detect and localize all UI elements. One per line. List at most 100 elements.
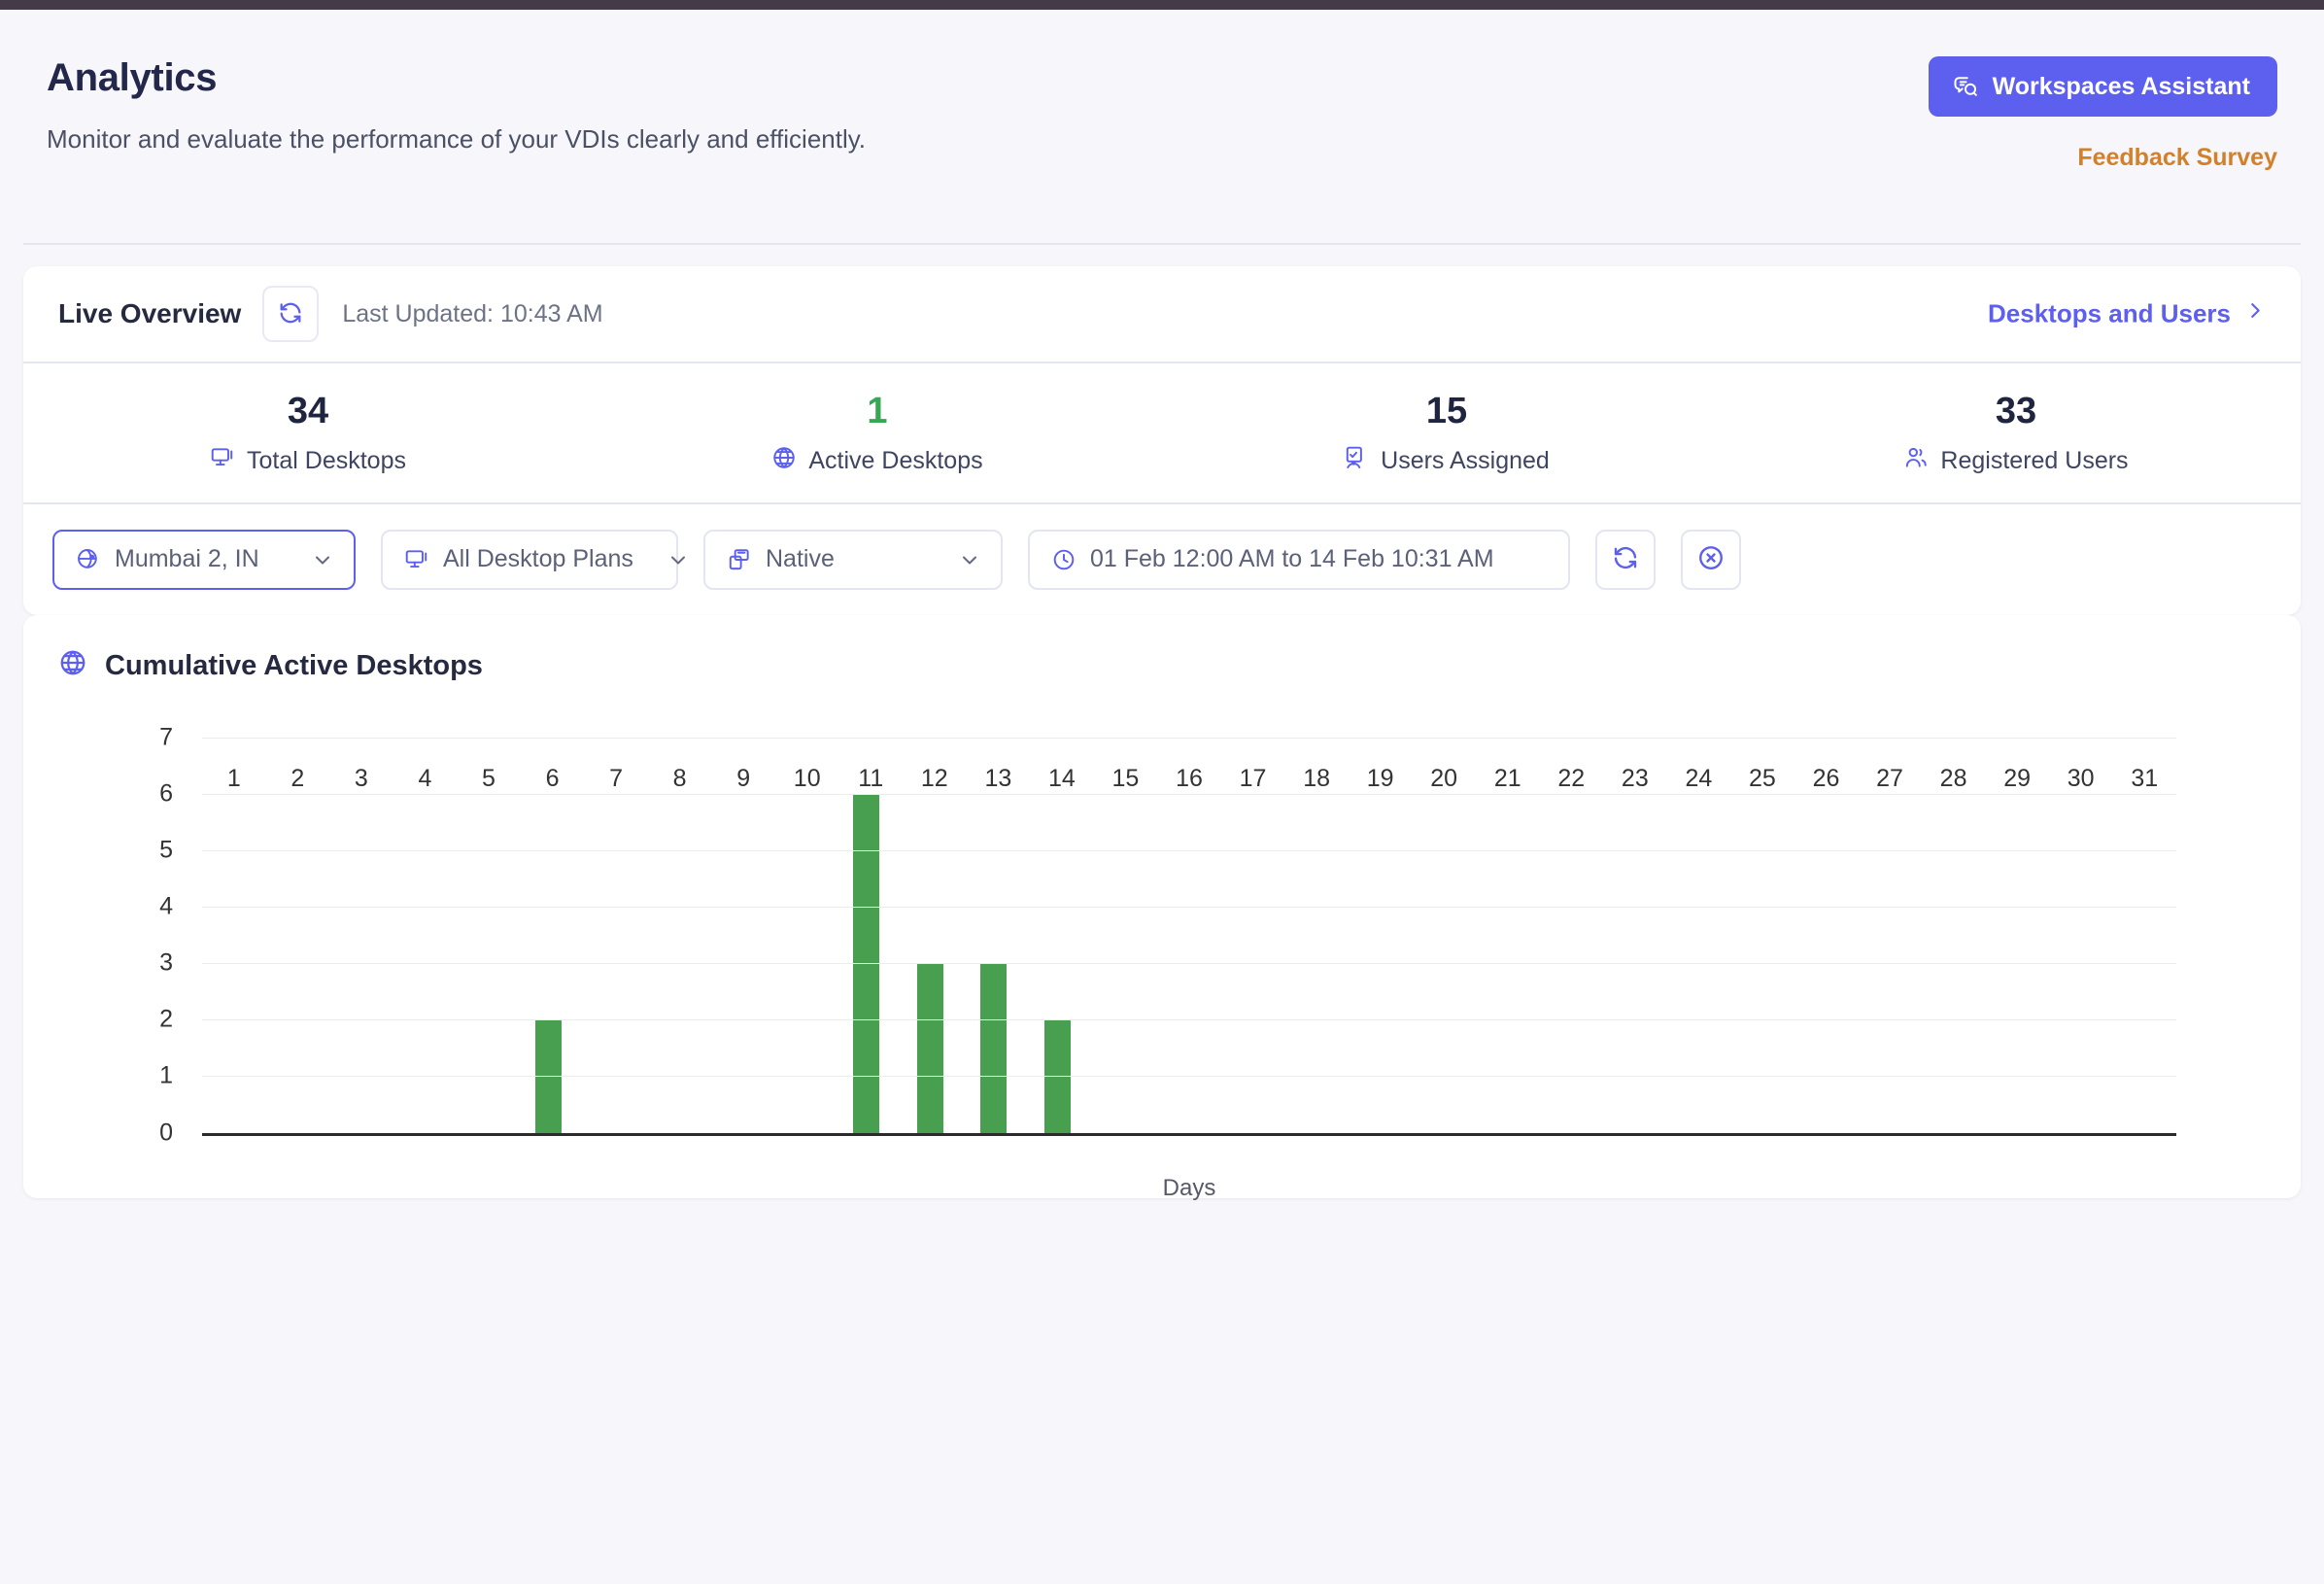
header-divider	[23, 243, 2301, 245]
stat-label-wrap: Total Desktops	[210, 445, 406, 477]
x-axis-line	[202, 1133, 2176, 1136]
x-axis-tick-label: 21	[1494, 765, 1521, 793]
stat-registered-users: 33 Registered Users	[1731, 389, 2301, 477]
x-axis-tick-label: 18	[1303, 765, 1330, 793]
page-header: Analytics Monitor and evaluate the perfo…	[0, 10, 2324, 245]
connection-type-select[interactable]: Native	[703, 530, 1003, 590]
x-axis-tick-label: 5	[482, 765, 496, 793]
date-range-picker[interactable]: 01 Feb 12:00 AM to 14 Feb 10:31 AM	[1028, 530, 1570, 590]
chart-bar[interactable]	[917, 963, 943, 1132]
chevron-down-icon	[666, 548, 690, 571]
stat-label-wrap: Users Assigned	[1344, 445, 1550, 477]
stat-value: 34	[23, 389, 593, 435]
stat-label-wrap: Registered Users	[1903, 445, 2128, 477]
x-axis-tick-label: 29	[2003, 765, 2031, 793]
filters-refresh-button[interactable]	[1595, 530, 1656, 590]
clear-filters-button[interactable]	[1681, 530, 1741, 590]
x-axis-tick-label: 28	[1940, 765, 1967, 793]
stat-value: 15	[1162, 389, 1731, 435]
y-axis-tick-label: 2	[159, 1006, 173, 1034]
chart-plot: 0123456712345678910111213141516171819202…	[202, 738, 2176, 1136]
chart-area: 0123456712345678910111213141516171819202…	[58, 720, 2266, 1177]
y-axis-tick-label: 6	[159, 779, 173, 808]
y-axis-tick-label: 3	[159, 949, 173, 978]
chevron-down-icon	[958, 548, 981, 571]
desktop-plan-select-value: All Desktop Plans	[443, 545, 633, 573]
x-axis-tick-label: 13	[984, 765, 1011, 793]
x-axis-tick-label: 4	[418, 765, 431, 793]
y-axis-tick-label: 1	[159, 1062, 173, 1090]
gridline	[202, 907, 2176, 908]
x-axis-tick-label: 17	[1240, 765, 1267, 793]
stats-row: 34 Total Desktops 1	[23, 363, 2301, 504]
close-circle-icon	[1696, 543, 1726, 575]
x-axis-tick-label: 7	[609, 765, 623, 793]
x-axis-tick-label: 8	[673, 765, 687, 793]
connection-type-select-value: Native	[766, 545, 925, 573]
x-axis-tick-label: 20	[1430, 765, 1457, 793]
monitor-icon	[404, 547, 429, 572]
browser-chrome-bar	[0, 0, 2324, 10]
x-axis-title: Days	[202, 1175, 2176, 1202]
region-select[interactable]: Mumbai 2, IN	[52, 530, 356, 590]
chevron-right-icon	[2244, 298, 2266, 330]
y-axis-tick-label: 0	[159, 1119, 173, 1147]
x-axis-tick-label: 11	[858, 765, 883, 793]
chart-title-text: Cumulative Active Desktops	[105, 650, 483, 682]
desktop-plan-select[interactable]: All Desktop Plans	[381, 530, 678, 590]
stat-value: 1	[593, 389, 1162, 435]
workspaces-assistant-button[interactable]: Workspaces Assistant	[1929, 56, 2277, 117]
gridline	[202, 1019, 2176, 1020]
x-axis-tick-label: 24	[1685, 765, 1712, 793]
desktops-and-users-link[interactable]: Desktops and Users	[1988, 298, 2266, 330]
x-axis-tick-label: 22	[1557, 765, 1585, 793]
live-overview-header: Live Overview Last Updated: 10:43 AM Des…	[23, 266, 2301, 363]
x-axis-tick-label: 30	[2068, 765, 2095, 793]
region-select-value: Mumbai 2, IN	[115, 545, 278, 573]
gridline	[202, 850, 2176, 851]
stat-label-text: Active Desktops	[808, 447, 982, 475]
user-check-icon	[1344, 445, 1369, 477]
chart-bar[interactable]	[980, 963, 1007, 1132]
x-axis-tick-label: 27	[1876, 765, 1903, 793]
x-axis-tick-label: 3	[355, 765, 368, 793]
y-axis-tick-label: 5	[159, 836, 173, 864]
bars-layer	[202, 738, 2176, 1133]
y-axis-tick-label: 4	[159, 892, 173, 920]
x-axis-tick-label: 25	[1749, 765, 1776, 793]
x-axis-tick-label: 23	[1622, 765, 1649, 793]
gridline	[202, 963, 2176, 964]
chat-assistant-icon	[1952, 73, 1979, 100]
last-updated-text: Last Updated: 10:43 AM	[342, 300, 602, 328]
x-axis-tick-label: 2	[290, 765, 304, 793]
header-actions: Workspaces Assistant Feedback Survey	[1929, 56, 2277, 172]
desktops-and-users-label: Desktops and Users	[1988, 299, 2231, 329]
x-axis-tick-label: 15	[1112, 765, 1140, 793]
stat-label-wrap: Active Desktops	[771, 445, 982, 477]
globe-pin-icon	[76, 547, 101, 572]
x-axis-tick-label: 19	[1367, 765, 1394, 793]
live-overview-card: Live Overview Last Updated: 10:43 AM Des…	[23, 266, 2301, 615]
refresh-icon	[277, 299, 304, 329]
chart-title-row: Cumulative Active Desktops	[58, 648, 2266, 685]
x-axis-tick-label: 12	[921, 765, 948, 793]
x-axis-tick-label: 6	[546, 765, 560, 793]
stat-label-text: Users Assigned	[1381, 447, 1550, 475]
feedback-survey-link[interactable]: Feedback Survey	[2077, 144, 2277, 172]
workspaces-assistant-label: Workspaces Assistant	[1993, 75, 2250, 99]
gridline	[202, 794, 2176, 795]
live-overview-refresh-button[interactable]	[262, 286, 319, 342]
x-axis-tick-label: 14	[1048, 765, 1076, 793]
globe-icon	[58, 648, 87, 685]
gridline	[202, 1076, 2176, 1077]
x-axis-tick-label: 31	[2131, 765, 2158, 793]
stat-label-text: Registered Users	[1940, 447, 2128, 475]
stat-value: 33	[1731, 389, 2301, 435]
cumulative-active-desktops-card: Cumulative Active Desktops 0123456712345…	[23, 615, 2301, 1198]
filter-bar: Mumbai 2, IN All Desktop Plans	[23, 504, 2301, 615]
users-icon	[1903, 445, 1929, 477]
globe-icon	[771, 445, 797, 477]
stat-active-desktops: 1 Active Desktops	[593, 389, 1162, 477]
y-axis-tick-label: 7	[159, 723, 173, 751]
live-overview-title: Live Overview	[58, 298, 241, 329]
